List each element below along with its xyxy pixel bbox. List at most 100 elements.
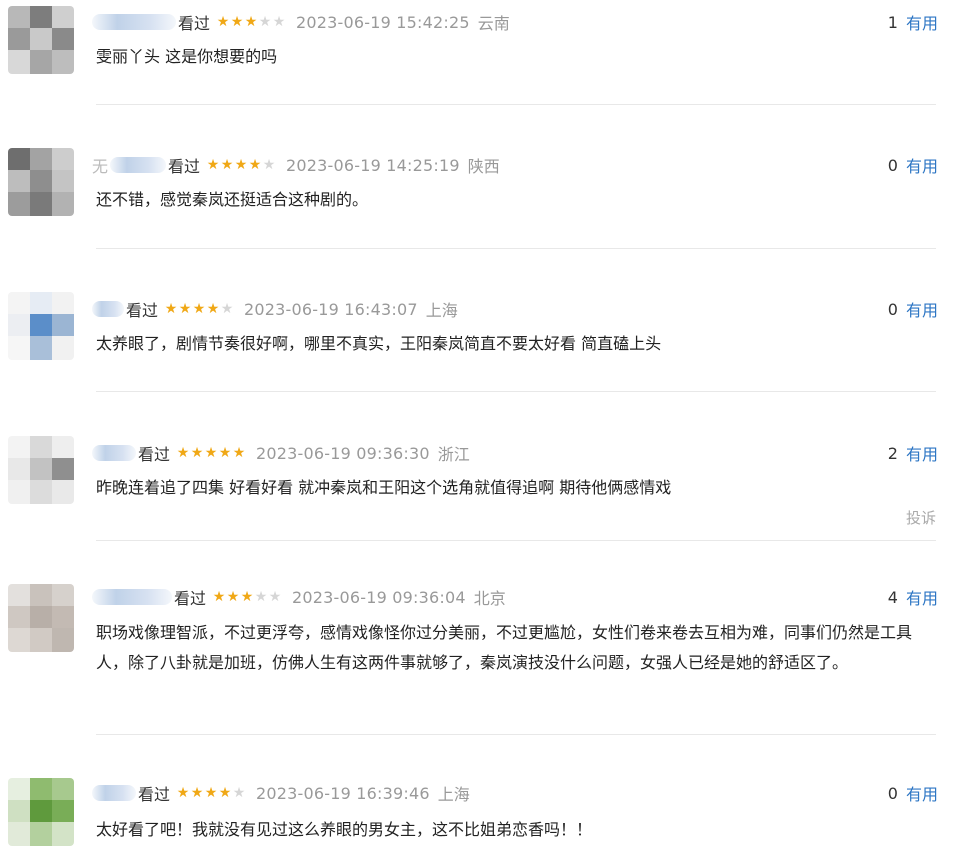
comment-text: 职场戏像理智派，不过更浮夸，感情戏像怪你过分美丽，不过更尴尬，女性们卷来卷去互相… — [96, 623, 913, 672]
useful-label[interactable]: 有用 — [906, 297, 938, 321]
useful-button[interactable]: 2 有用 — [888, 441, 938, 465]
username[interactable] — [92, 589, 172, 605]
star-icon: ★ — [254, 589, 268, 605]
rating-stars: ★ ★ ★ ★ ★ — [164, 301, 234, 317]
star-icon: ★ — [212, 589, 226, 605]
watched-status: 看过 — [126, 301, 159, 320]
useful-label[interactable]: 有用 — [906, 10, 938, 34]
avatar[interactable] — [8, 778, 74, 846]
username-fragment[interactable]: 无 — [92, 153, 108, 177]
rating-stars: ★ ★ ★ ★ ★ — [206, 157, 276, 173]
avatar[interactable] — [8, 436, 74, 504]
star-icon: ★ — [232, 445, 246, 461]
useful-count: 2 — [887, 443, 898, 463]
useful-count: 0 — [887, 299, 898, 319]
comment-text: 昨晚连着追了四集 好看好看 就冲秦岚和王阳这个选角就值得追啊 期待他俩感情戏 — [96, 478, 672, 497]
star-icon: ★ — [176, 785, 190, 801]
avatar[interactable] — [8, 292, 74, 360]
comment-location: 上海 — [425, 301, 458, 320]
useful-count: 0 — [887, 783, 898, 803]
comment-text: 太好看了吧！我就没有见过这么养眼的男女主，这不比姐弟恋香吗！！ — [96, 820, 593, 839]
star-icon: ★ — [216, 14, 230, 30]
comment-meta: 无 看过 ★ ★ ★ ★ ★ 2023-06-19 14:25:19 陕西 — [92, 153, 500, 177]
comment-location: 浙江 — [437, 445, 470, 464]
comment-time: 2023-06-19 14:25:19 — [286, 155, 460, 175]
star-icon: ★ — [220, 157, 234, 173]
comment-time: 2023-06-19 15:42:25 — [296, 12, 470, 32]
username[interactable] — [110, 157, 167, 173]
rating-stars: ★ ★ ★ ★ ★ — [176, 785, 246, 801]
comment-time: 2023-06-19 09:36:30 — [256, 443, 430, 463]
rating-stars: ★ ★ ★ ★ ★ — [176, 445, 246, 461]
username[interactable] — [92, 301, 124, 317]
comment-time: 2023-06-19 09:36:04 — [292, 587, 466, 607]
star-icon: ★ — [226, 589, 240, 605]
username[interactable] — [92, 14, 176, 30]
useful-count: 0 — [887, 155, 898, 175]
report-button[interactable]: 投诉 — [906, 507, 936, 528]
star-icon: ★ — [268, 589, 282, 605]
watched-status: 看过 — [168, 157, 201, 176]
rating-stars: ★ ★ ★ ★ ★ — [212, 589, 282, 605]
comment-meta: 看过 ★ ★ ★ ★ ★ 2023-06-19 15:42:25 云南 — [92, 10, 510, 34]
comment-meta: 看过 ★ ★ ★ ★ ★ 2023-06-19 16:43:07 上海 — [92, 297, 458, 321]
star-icon: ★ — [190, 785, 204, 801]
star-icon: ★ — [262, 157, 276, 173]
useful-button[interactable]: 0 有用 — [888, 297, 938, 321]
comment-meta: 看过 ★ ★ ★ ★ ★ 2023-06-19 16:39:46 上海 — [92, 781, 470, 805]
divider — [96, 104, 936, 105]
star-icon: ★ — [204, 785, 218, 801]
star-icon: ★ — [244, 14, 258, 30]
useful-label[interactable]: 有用 — [906, 781, 938, 805]
star-icon: ★ — [258, 14, 272, 30]
comment-location: 云南 — [477, 14, 510, 33]
star-icon: ★ — [248, 157, 262, 173]
star-icon: ★ — [176, 445, 190, 461]
divider — [96, 540, 936, 541]
star-icon: ★ — [220, 301, 234, 317]
useful-label[interactable]: 有用 — [906, 153, 938, 177]
star-icon: ★ — [218, 785, 232, 801]
useful-count: 4 — [887, 587, 898, 607]
star-icon: ★ — [234, 157, 248, 173]
comment-location: 上海 — [437, 785, 470, 804]
star-icon: ★ — [204, 445, 218, 461]
avatar[interactable] — [8, 6, 74, 74]
star-icon: ★ — [164, 301, 178, 317]
comment-location: 陕西 — [467, 157, 500, 176]
useful-count: 1 — [887, 12, 898, 32]
avatar[interactable] — [8, 148, 74, 216]
star-icon: ★ — [192, 301, 206, 317]
useful-label[interactable]: 有用 — [906, 585, 938, 609]
star-icon: ★ — [230, 14, 244, 30]
useful-button[interactable]: 1 有用 — [888, 10, 938, 34]
comment-time: 2023-06-19 16:39:46 — [256, 783, 430, 803]
comment-meta: 看过 ★ ★ ★ ★ ★ 2023-06-19 09:36:30 浙江 — [92, 441, 470, 465]
star-icon: ★ — [206, 157, 220, 173]
useful-button[interactable]: 0 有用 — [888, 781, 938, 805]
avatar[interactable] — [8, 584, 74, 652]
useful-button[interactable]: 4 有用 — [888, 585, 938, 609]
watched-status: 看过 — [138, 445, 171, 464]
comment-meta: 看过 ★ ★ ★ ★ ★ 2023-06-19 09:36:04 北京 — [92, 585, 506, 609]
star-icon: ★ — [272, 14, 286, 30]
useful-button[interactable]: 0 有用 — [888, 153, 938, 177]
comment-location: 北京 — [473, 589, 506, 608]
username[interactable] — [92, 785, 136, 801]
comment-text: 雯丽丫头 这是你想要的吗 — [96, 47, 278, 66]
useful-label[interactable]: 有用 — [906, 441, 938, 465]
comment-text: 还不错，感觉秦岚还挺适合这种剧的。 — [96, 190, 369, 209]
divider — [96, 391, 936, 392]
star-icon: ★ — [232, 785, 246, 801]
watched-status: 看过 — [174, 589, 207, 608]
star-icon: ★ — [206, 301, 220, 317]
divider — [96, 734, 936, 735]
watched-status: 看过 — [138, 785, 171, 804]
comment-time: 2023-06-19 16:43:07 — [244, 299, 418, 319]
star-icon: ★ — [178, 301, 192, 317]
rating-stars: ★ ★ ★ ★ ★ — [216, 14, 286, 30]
divider — [96, 248, 936, 249]
comment-text: 太养眼了，剧情节奏很好啊，哪里不真实，王阳秦岚简直不要太好看 简直磕上头 — [96, 334, 662, 353]
username[interactable] — [92, 445, 136, 461]
star-icon: ★ — [218, 445, 232, 461]
